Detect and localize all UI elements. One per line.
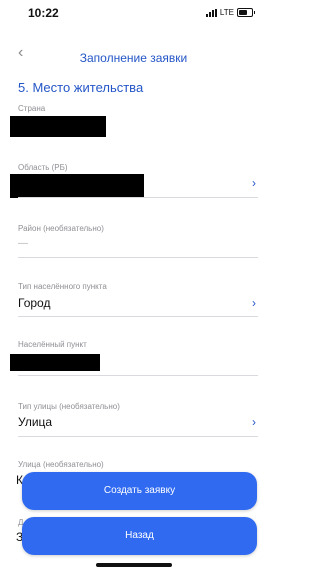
region-field[interactable]: Область (РБ) › (10, 163, 258, 198)
settlement-field[interactable]: Населённый пункт (10, 340, 258, 376)
street-type-label: Тип улицы (необязательно) (18, 402, 120, 411)
street-type-value: Улица (18, 415, 53, 429)
settlement-type-field[interactable]: Тип населённого пункта Город › (18, 282, 258, 317)
settlement-type-underline (18, 316, 258, 317)
region-underline (18, 197, 258, 198)
create-application-button[interactable]: Создать заявку (22, 472, 257, 510)
settlement-underline (18, 375, 258, 376)
district-field[interactable]: Район (необязательно) — (18, 224, 258, 258)
section-title: 5. Место жительства (18, 80, 144, 95)
chevron-right-icon[interactable]: › (252, 176, 256, 190)
back-button[interactable]: Назад (22, 517, 257, 555)
redacted-country-value (10, 116, 106, 137)
battery-icon (237, 8, 255, 17)
nav-bar: ‹ Заполнение заявки (0, 44, 267, 72)
street-label: Улица (необязательно) (18, 460, 104, 469)
settlement-label: Населённый пункт (18, 340, 87, 349)
country-label: Страна (18, 104, 46, 113)
status-time: 10:22 (28, 6, 59, 20)
chevron-right-icon[interactable]: › (252, 415, 256, 429)
street-type-field[interactable]: Тип улицы (необязательно) Улица › (18, 402, 258, 437)
network-type: LTE (219, 8, 234, 17)
settlement-type-value: Город (18, 296, 51, 310)
status-bar: 10:22 LTE (0, 0, 267, 26)
settlement-type-label: Тип населённого пункта (18, 282, 107, 291)
signal-icon (205, 8, 217, 17)
redacted-region-value (10, 174, 144, 198)
chevron-right-icon[interactable]: › (252, 296, 256, 310)
status-indicators: LTE (205, 8, 255, 17)
district-value: — (18, 238, 28, 249)
district-underline (18, 257, 258, 258)
country-field[interactable]: Страна (10, 104, 258, 140)
region-label: Область (РБ) (18, 163, 68, 172)
home-indicator (96, 563, 172, 567)
redacted-settlement-value (10, 354, 100, 371)
street-type-underline (18, 436, 258, 437)
district-label: Район (необязательно) (18, 224, 104, 233)
page-title: Заполнение заявки (79, 51, 188, 65)
